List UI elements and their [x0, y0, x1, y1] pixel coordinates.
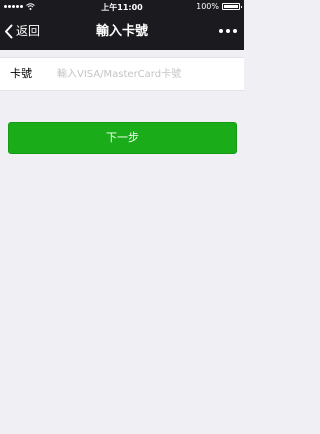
next-button[interactable]: 下一步	[8, 122, 237, 154]
page-title: 輸入卡號	[95, 24, 148, 39]
more-icon[interactable]	[219, 29, 237, 33]
status-bar: 上午11:00 100%	[0, 0, 244, 14]
card-number-row: 卡號	[0, 57, 244, 91]
battery-fill	[224, 5, 238, 8]
status-right: 100%	[196, 2, 242, 11]
battery-percent: 100%	[196, 2, 219, 11]
battery-icon	[222, 3, 242, 10]
nav-bar: 返回 輸入卡號	[0, 14, 244, 50]
card-number-input[interactable]	[57, 64, 237, 84]
card-number-label: 卡號	[10, 67, 32, 80]
